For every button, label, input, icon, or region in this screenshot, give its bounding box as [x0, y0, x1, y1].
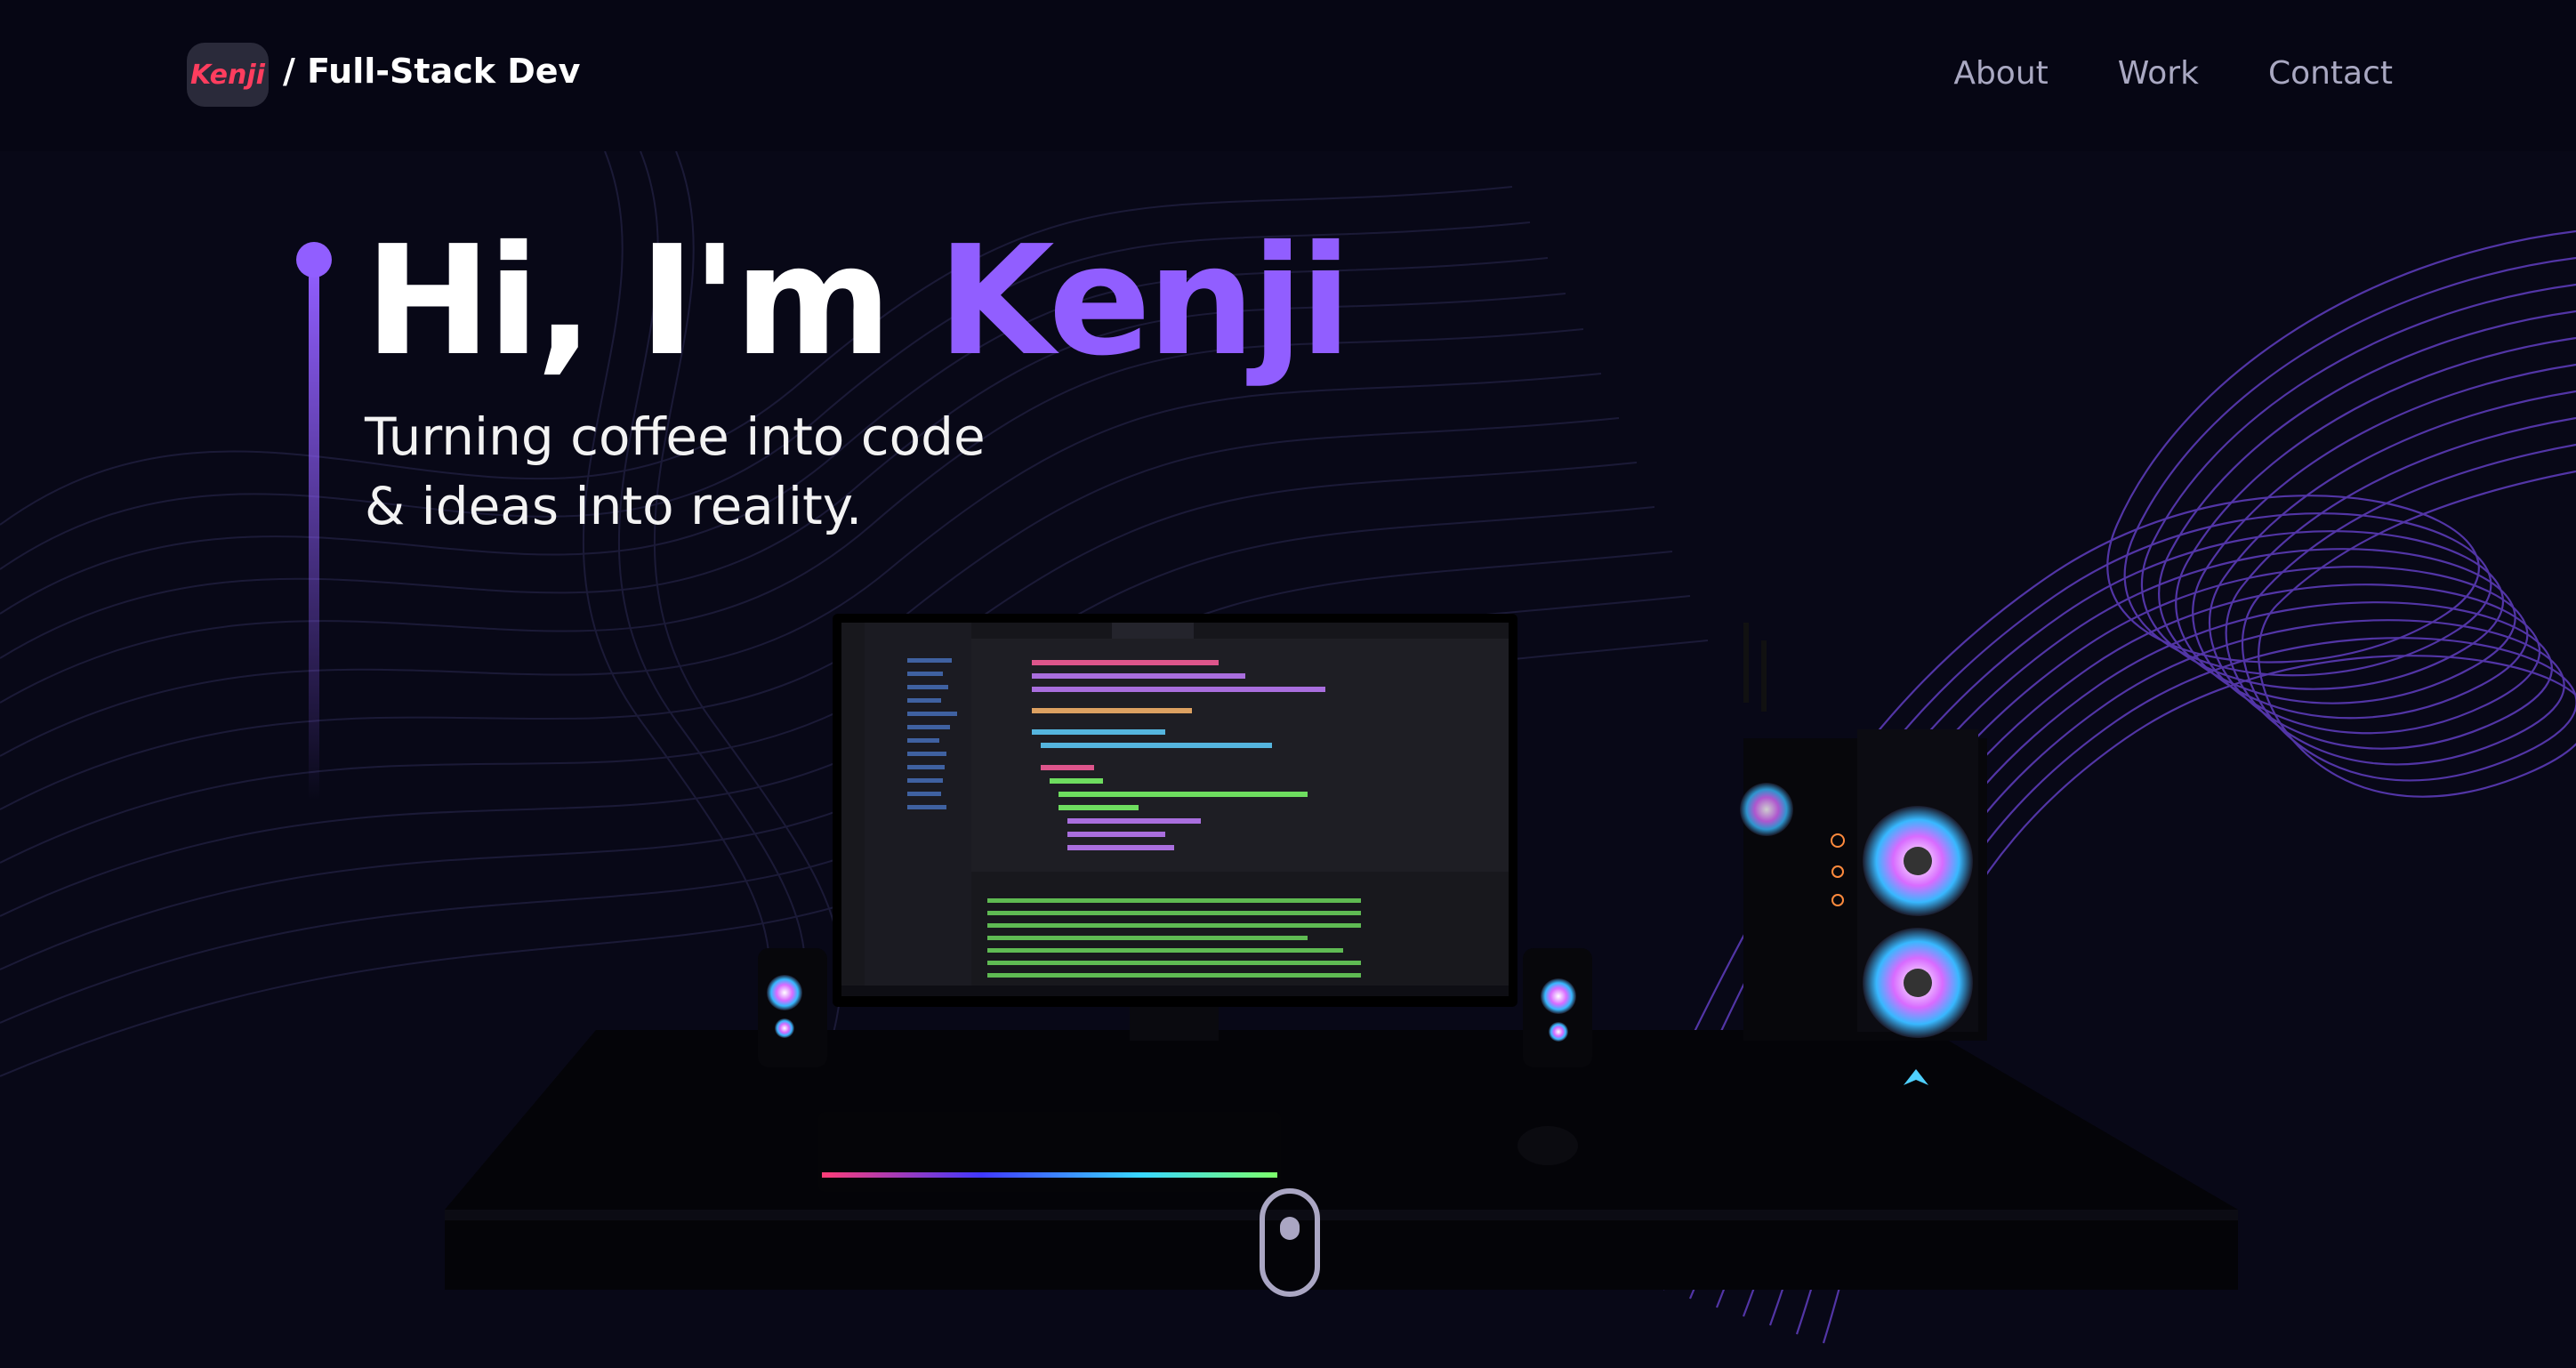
editor-activity-bar [841, 623, 865, 996]
hero-heading: Hi, I'm Kenji [365, 222, 1352, 382]
mouse-scroll-icon[interactable] [1260, 1188, 1320, 1297]
editor-terminal-panel [971, 872, 1509, 986]
editor-active-tab [1112, 623, 1194, 639]
monitor-stand [1130, 1005, 1219, 1041]
keyboard [818, 1112, 1281, 1192]
desk-setup-3d-model[interactable] [427, 587, 2259, 1290]
logo-text: Kenji [190, 59, 265, 91]
editor-status-bar [841, 986, 1509, 996]
hero-greeting: Hi, I'm [365, 213, 938, 390]
scroll-indicator-dot [1280, 1217, 1300, 1240]
hero-name: Kenji [937, 213, 1352, 390]
hero-tagline-line1: Turning coffee into code [365, 406, 986, 467]
mouse [1517, 1126, 1578, 1165]
hero-tagline: Turning coffee into code & ideas into re… [365, 402, 986, 541]
navbar: Kenji / Full-Stack Dev About Work Contac… [0, 0, 2576, 151]
nav-link-contact[interactable]: Contact [2268, 55, 2393, 92]
brand-title[interactable]: / Full-Stack Dev [283, 52, 580, 91]
pc-tower [1740, 623, 1987, 1085]
nav-link-about[interactable]: About [1953, 55, 2048, 92]
hero-tagline-line2: & ideas into reality. [365, 476, 863, 536]
hero-accent-line [309, 267, 319, 801]
nav-links: About Work Contact [1953, 55, 2393, 92]
desk [445, 1030, 2238, 1290]
desk-top-edge [445, 1210, 2238, 1220]
nav-link-work[interactable]: Work [2118, 55, 2199, 92]
logo[interactable]: Kenji [187, 43, 269, 107]
editor-tab-bar [971, 623, 1509, 639]
keyboard-rgb-strip [822, 1172, 1277, 1178]
